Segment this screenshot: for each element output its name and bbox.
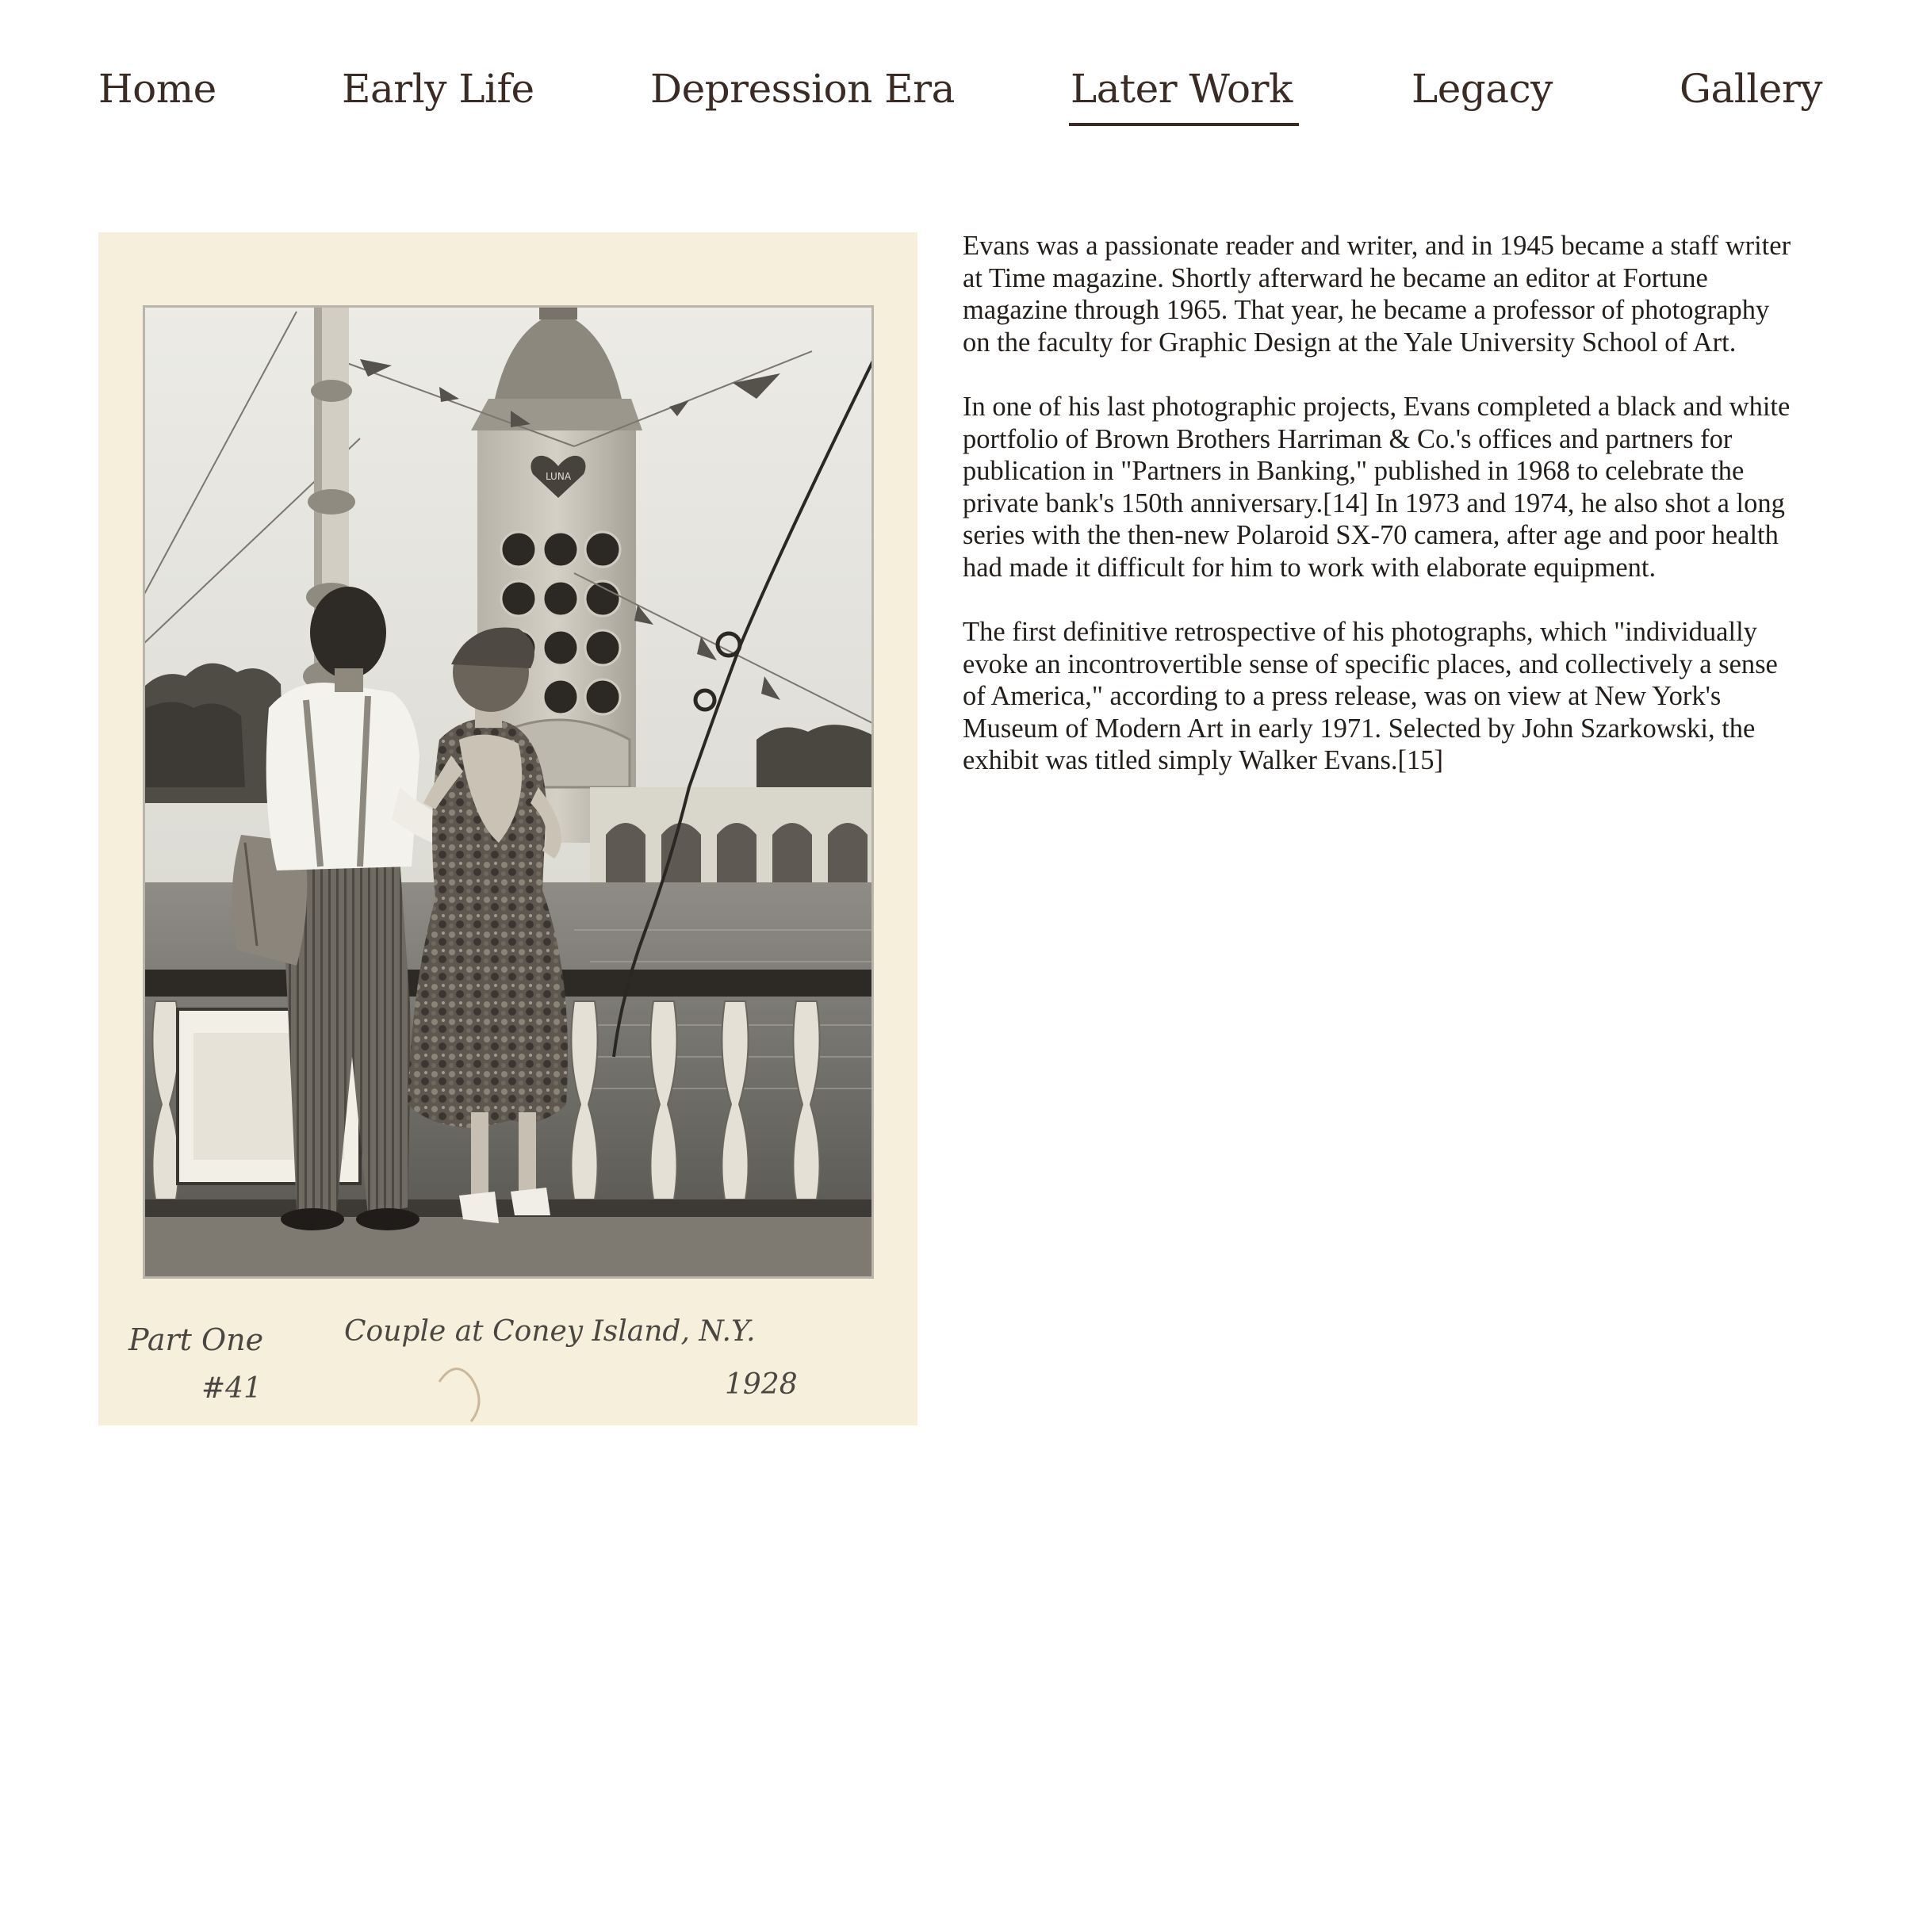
inscription-title: Couple at Coney Island, N.Y.	[344, 1315, 756, 1348]
nav-item-gallery[interactable]: Gallery	[1680, 57, 1822, 121]
inscription-part-one: Part One	[128, 1322, 263, 1357]
nav-item-home[interactable]: Home	[98, 57, 216, 121]
inscription-year: 1928	[725, 1368, 798, 1401]
inscription-number: #41	[201, 1372, 262, 1405]
nav-item-legacy[interactable]: Legacy	[1411, 57, 1553, 121]
article-later-work: Evans was a passionate reader and writer…	[963, 230, 1803, 809]
article-paragraph-1: Evans was a passionate reader and writer…	[963, 231, 1791, 358]
nav-item-depression-era[interactable]: Depression Era	[650, 57, 955, 121]
nav-item-later-work[interactable]: Later Work	[1069, 57, 1299, 126]
main-navigation: Home Early Life Depression Era Later Wor…	[0, 0, 1919, 159]
article-paragraph-2: In one of his last photographic projects…	[963, 392, 1791, 583]
tower-sign-text: LUNA	[546, 471, 572, 482]
nav-item-early-life[interactable]: Early Life	[342, 57, 534, 121]
photograph-couple-coney-island: LUNA Part One #41 Couple at Coney Island…	[98, 232, 917, 1425]
article-paragraph-3: The first definitive retrospective of hi…	[963, 617, 1778, 775]
photograph-illustration: LUNA Part One #41 Couple at Coney Island…	[98, 232, 917, 1425]
